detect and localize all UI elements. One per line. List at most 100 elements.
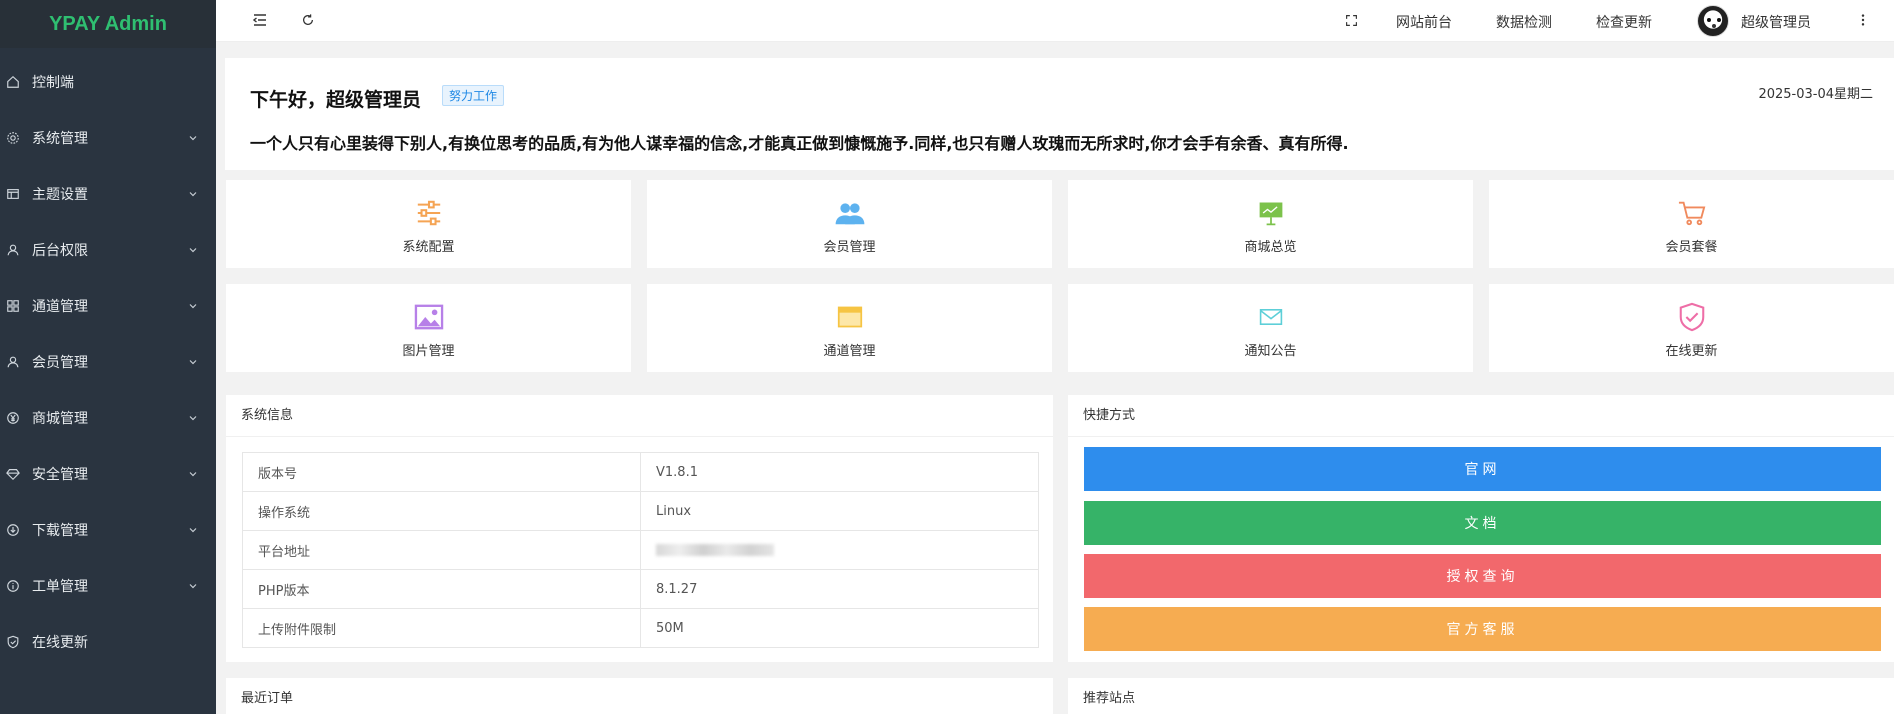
system-info-panel: 系统信息 版本号 V1.8.1 操作系统 Linux 平台地址 PHP版本 8.… [226,395,1053,662]
yen-icon [6,411,20,425]
sidebar-item-permissions[interactable]: 后台权限 [0,222,216,278]
tile-members[interactable]: 会员管理 [647,180,1052,268]
chevron-down-icon [189,192,197,197]
current-date: 2025-03-04星期二 [1758,87,1873,102]
sidebar-item-label: 在线更新 [32,635,88,651]
sidebar-item-label: 下载管理 [32,523,88,539]
license-check-button[interactable]: 授权查询 [1084,554,1881,598]
tile-label: 通道管理 [823,344,876,359]
info-key: 操作系统 [242,491,641,531]
tile-label: 会员套餐 [1665,240,1718,255]
tile-shop-overview[interactable]: 商城总览 [1068,180,1473,268]
info-value: 50M [640,608,1039,648]
presentation-icon [1255,198,1287,228]
apps-icon [6,299,20,313]
sidebar-item-label: 工单管理 [32,579,88,595]
chevron-down-icon [189,584,197,589]
recommended-sites-panel: 推荐站点 [1068,678,1894,714]
blurred-address [656,544,774,556]
panel-title: 系统信息 [226,395,1053,437]
chevron-down-icon [189,360,197,365]
mail-icon [1255,302,1287,332]
chevron-down-icon [189,416,197,421]
download-icon [6,523,20,537]
recent-orders-panel: 最近订单 [226,678,1053,714]
window-icon [834,302,866,332]
panel-title: 快捷方式 [1068,395,1894,437]
info-value: Linux [640,491,1039,531]
home-icon [6,75,20,89]
menu-collapse-icon[interactable] [249,9,271,31]
official-support-button[interactable]: 官方客服 [1084,607,1881,651]
link-data-check[interactable]: 数据检测 [1496,12,1552,32]
table-row: 版本号 V1.8.1 [242,452,1039,492]
tile-label: 在线更新 [1665,344,1718,359]
sidebar-item-label: 后台权限 [32,243,88,259]
tile-system-config[interactable]: 系统配置 [226,180,631,268]
quick-links-panel: 快捷方式 官网 文档 授权查询 官方客服 [1068,395,1894,662]
tile-member-plans[interactable]: 会员套餐 [1489,180,1894,268]
sidebar-item-tickets[interactable]: 工单管理 [0,558,216,614]
info-key: 版本号 [242,452,641,492]
tile-label: 图片管理 [402,344,455,359]
greeting-title: 下午好，超级管理员 [250,89,422,111]
sidebar: YPAY Admin 控制端 系统管理 主题设置 后台权限 通道管理 会员管理 … [0,0,216,714]
refresh-icon[interactable] [297,9,319,31]
panel-title: 最近订单 [241,691,294,706]
docs-button[interactable]: 文档 [1084,501,1881,545]
chevron-down-icon [189,248,197,253]
sidebar-item-theme[interactable]: 主题设置 [0,166,216,222]
sidebar-item-members[interactable]: 会员管理 [0,334,216,390]
sidebar-item-label: 会员管理 [32,355,88,371]
sidebar-item-online-update[interactable]: 在线更新 [0,614,216,670]
chevron-down-icon [189,472,197,477]
table-row: PHP版本 8.1.27 [242,569,1039,609]
sidebar-item-security[interactable]: 安全管理 [0,446,216,502]
chevron-down-icon [189,304,197,309]
tile-channel-manage[interactable]: 通道管理 [647,284,1052,372]
info-value-blurred [640,530,1039,570]
sidebar-item-shop[interactable]: 商城管理 [0,390,216,446]
fullscreen-icon[interactable] [1340,9,1362,31]
sidebar-menu: 控制端 系统管理 主题设置 后台权限 通道管理 会员管理 商城管理 安全管理 下… [0,54,216,670]
greeting-card: 下午好，超级管理员 2025-03-04星期二 一个人只有心里装得下别人,有换位… [225,58,1894,170]
tile-label: 会员管理 [823,240,876,255]
sidebar-item-dashboard[interactable]: 控制端 [0,54,216,110]
official-site-button[interactable]: 官网 [1084,447,1881,491]
sidebar-item-channels[interactable]: 通道管理 [0,278,216,334]
tile-notices[interactable]: 通知公告 [1068,284,1473,372]
info-key: 上传附件限制 [242,608,641,648]
sidebar-item-system[interactable]: 系统管理 [0,110,216,166]
chevron-down-icon [189,136,197,141]
tile-label: 系统配置 [402,240,455,255]
link-site-front[interactable]: 网站前台 [1396,12,1452,32]
tile-online-update[interactable]: 在线更新 [1489,284,1894,372]
table-row: 平台地址 [242,530,1039,570]
tile-label: 商城总览 [1244,240,1297,255]
diamond-icon [6,467,20,481]
link-check-update[interactable]: 检查更新 [1596,12,1652,32]
info-key: 平台地址 [242,530,641,570]
users-icon [834,198,866,228]
info-value: V1.8.1 [640,452,1039,492]
user-icon [6,355,20,369]
sidebar-item-label: 控制端 [32,75,74,91]
system-info-table: 版本号 V1.8.1 操作系统 Linux 平台地址 PHP版本 8.1.27 … [242,452,1039,648]
sidebar-item-label: 通道管理 [32,299,88,315]
table-row: 上传附件限制 50M [242,608,1039,648]
tile-image-manage[interactable]: 图片管理 [226,284,631,372]
sidebar-item-label: 主题设置 [32,187,88,203]
layout-icon [6,187,20,201]
sidebar-item-label: 安全管理 [32,467,88,483]
avatar[interactable] [1697,5,1729,37]
sliders-icon [413,198,445,228]
shield-check-icon [1676,302,1708,332]
app-logo[interactable]: YPAY Admin [0,0,216,48]
tile-label: 通知公告 [1244,344,1297,359]
user-name[interactable]: 超级管理员 [1741,12,1811,32]
cart-icon [1676,198,1708,228]
more-vertical-icon[interactable] [1852,9,1874,31]
sidebar-item-downloads[interactable]: 下载管理 [0,502,216,558]
table-row: 操作系统 Linux [242,491,1039,531]
image-icon [413,302,445,332]
